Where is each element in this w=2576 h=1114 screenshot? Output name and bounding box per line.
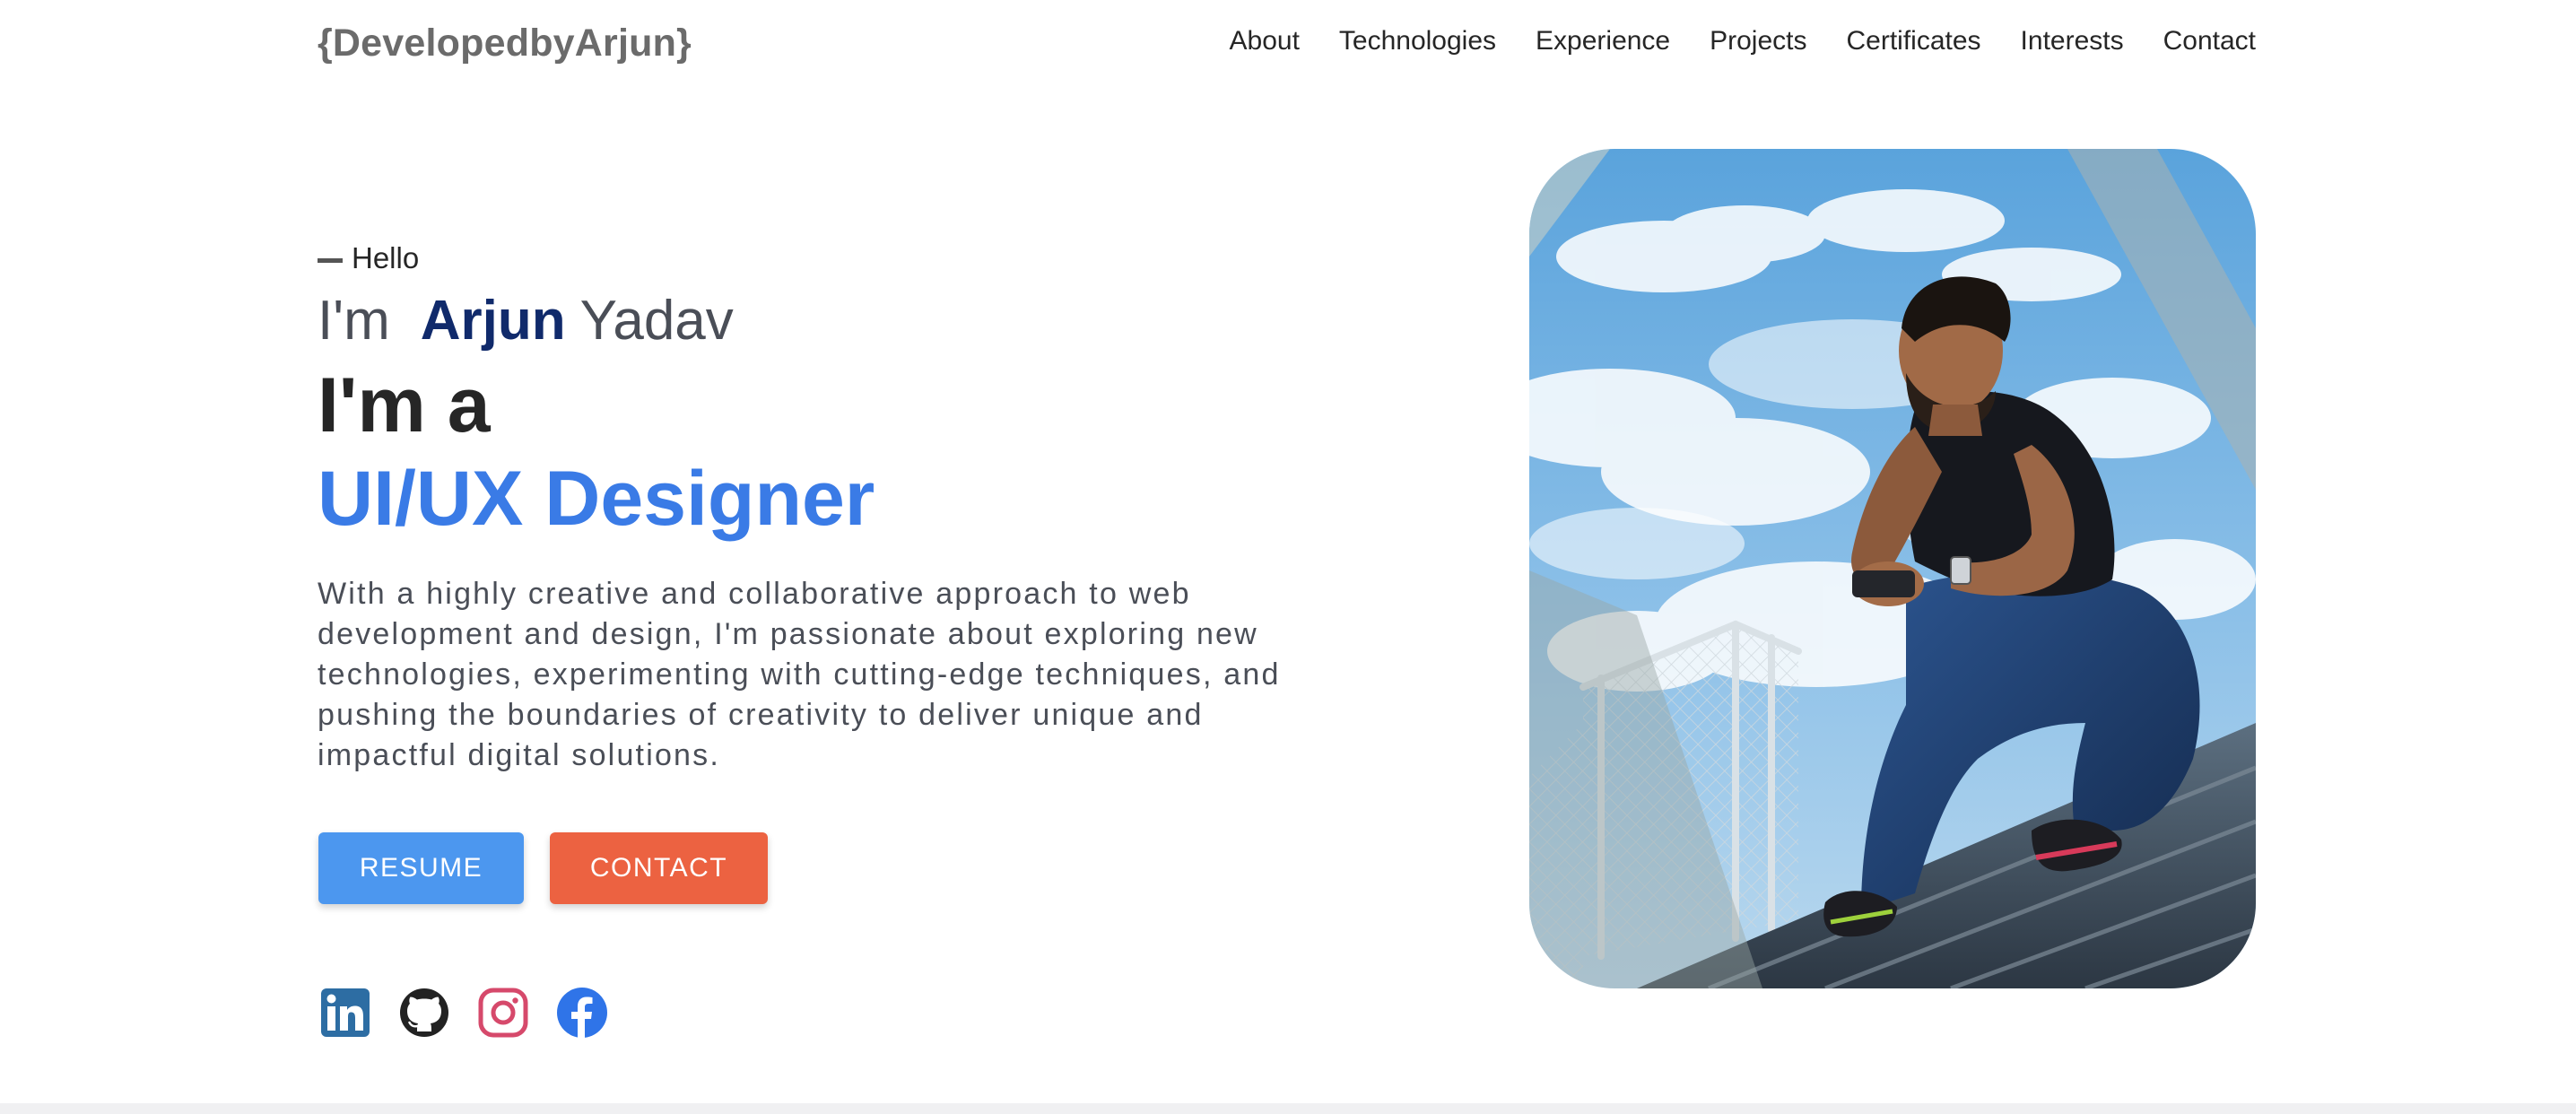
role-title: UI/UX Designer xyxy=(318,456,875,542)
nav-interests[interactable]: Interests xyxy=(2021,20,2124,63)
nav-about[interactable]: About xyxy=(1230,20,1300,63)
nav-contact[interactable]: Contact xyxy=(2163,20,2256,63)
github-icon[interactable] xyxy=(398,987,450,1039)
name-heading: I'm Arjun Yadav xyxy=(318,285,734,357)
top-nav: About Technologies Experience Projects C… xyxy=(1230,20,2257,63)
intro-description: With a highly creative and collaborative… xyxy=(318,577,1281,772)
nav-projects[interactable]: Projects xyxy=(1710,20,1806,63)
page: {DevelopedbyArjun} About Technologies Ex… xyxy=(0,0,2576,1114)
nav-experience[interactable]: Experience xyxy=(1536,20,1670,63)
instagram-icon[interactable] xyxy=(477,987,529,1039)
nav-technologies[interactable]: Technologies xyxy=(1339,20,1496,63)
greeting-dash xyxy=(318,257,343,263)
footer-divider xyxy=(0,1103,2576,1114)
nav-certificates[interactable]: Certificates xyxy=(1847,20,1981,63)
name-prefix: I'm xyxy=(318,290,390,352)
linkedin-icon[interactable] xyxy=(319,987,371,1039)
profile-photo xyxy=(1529,149,2256,988)
facebook-icon[interactable] xyxy=(556,987,608,1039)
first-name: Arjun xyxy=(420,290,566,352)
resume-button[interactable]: RESUME xyxy=(318,832,524,904)
brand-logo[interactable]: {DevelopedbyArjun} xyxy=(318,16,692,70)
role-prefix: I'm a xyxy=(318,362,491,448)
greeting: Hello xyxy=(318,237,419,280)
greeting-text: Hello xyxy=(352,241,420,274)
last-name: Yadav xyxy=(579,290,734,352)
contact-button[interactable]: CONTACT xyxy=(550,832,768,904)
social-links xyxy=(319,987,608,1039)
